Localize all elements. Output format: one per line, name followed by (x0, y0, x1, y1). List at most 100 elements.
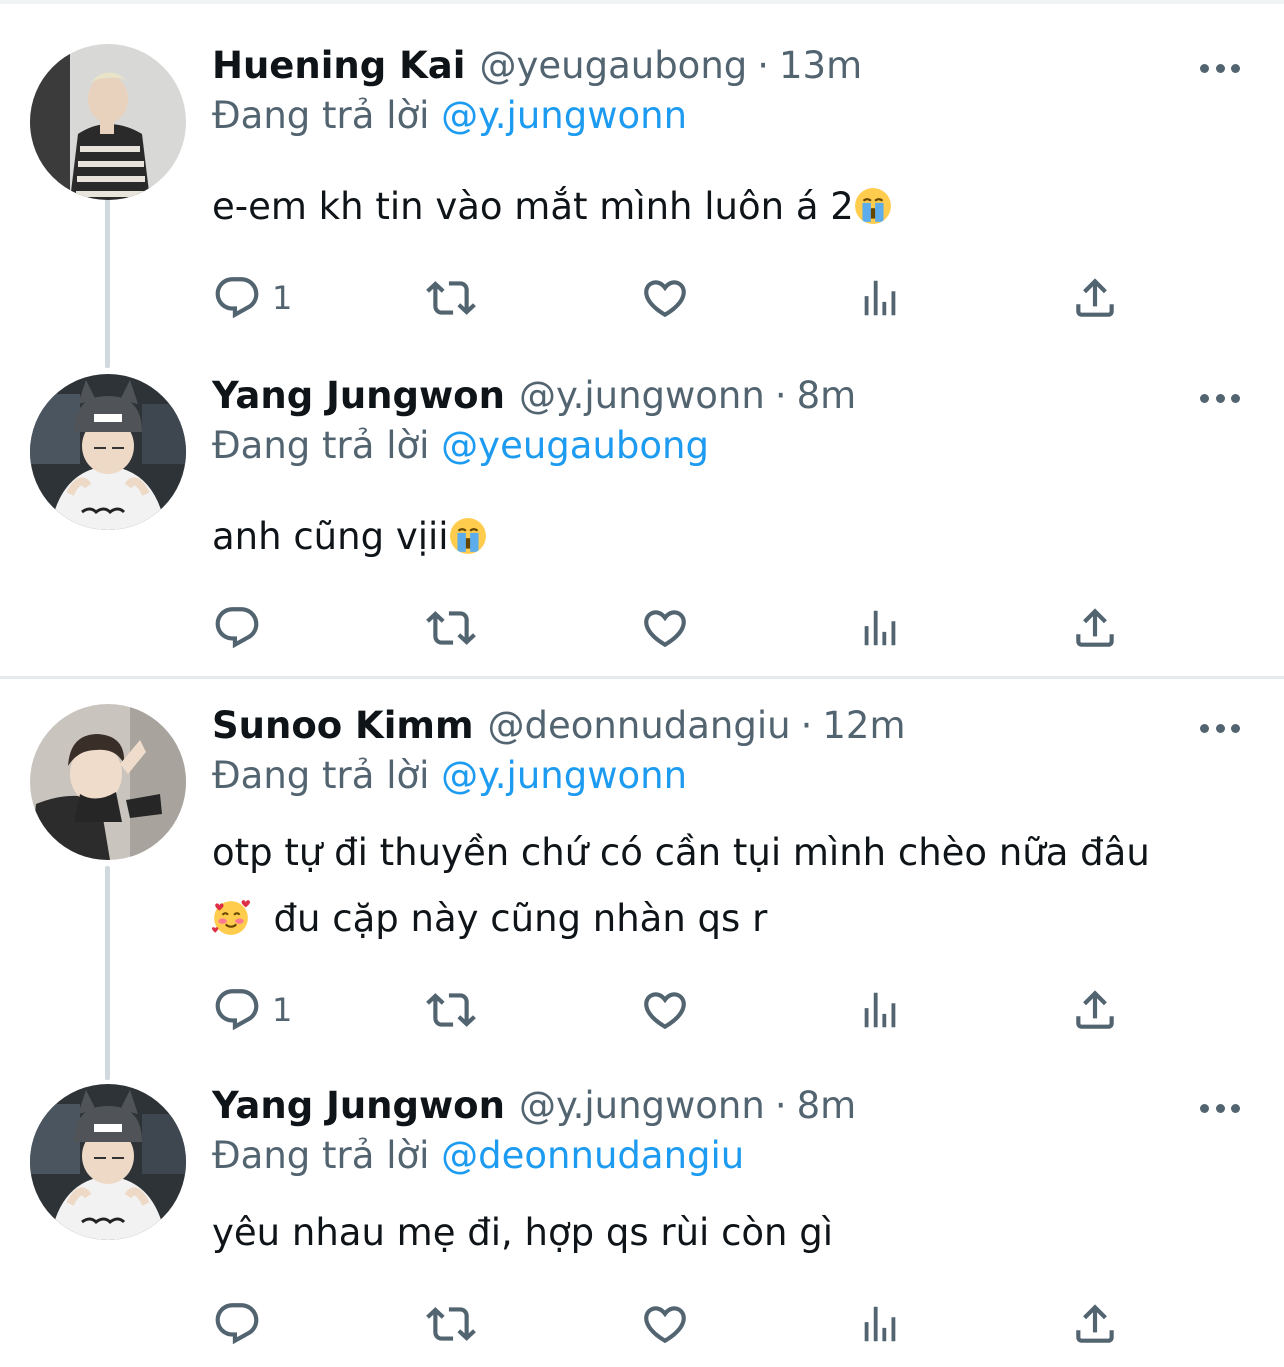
replying-to: Đang trả lời @y.jungwonn (212, 94, 687, 137)
share-button[interactable] (1070, 1296, 1120, 1352)
retweet-icon (426, 985, 476, 1035)
display-name[interactable]: Yang Jungwon (212, 1084, 505, 1127)
separator-dot: · (757, 44, 770, 87)
tweet[interactable]: Huening Kai @yeugaubong · 13m Đang trả l… (0, 44, 1284, 344)
like-icon (640, 985, 690, 1035)
share-button[interactable] (1070, 600, 1120, 656)
like-button[interactable] (640, 270, 690, 326)
tweet-header: Yang Jungwon @y.jungwonn · 8m (212, 374, 856, 430)
replying-to-label: Đang trả lời (212, 424, 430, 467)
more-options-icon[interactable] (1200, 1104, 1240, 1116)
like-button[interactable] (640, 1296, 690, 1352)
thread-divider (0, 676, 1284, 679)
more-options-icon[interactable] (1200, 64, 1240, 76)
share-button[interactable] (1070, 982, 1120, 1038)
reply-icon (212, 273, 262, 323)
action-bar (212, 1296, 1132, 1352)
share-button[interactable] (1070, 270, 1120, 326)
analytics-icon (857, 273, 903, 323)
analytics-icon (857, 603, 903, 653)
display-name[interactable]: Huening Kai (212, 44, 465, 87)
retweet-button[interactable] (426, 270, 476, 326)
tweet-text-line: e-em kh tin vào mắt mình luôn á 2 (212, 185, 854, 228)
user-handle[interactable]: @deonnudangiu (488, 704, 791, 747)
avatar[interactable] (30, 44, 186, 200)
smiling-face-with-hearts-emoji-icon (212, 899, 250, 937)
analytics-icon (857, 985, 903, 1035)
mention-link[interactable]: @deonnudangiu (441, 1134, 744, 1177)
reply-button[interactable]: 1 (212, 982, 292, 1038)
reply-icon (212, 603, 262, 653)
timestamp[interactable]: 13m (779, 44, 862, 87)
retweet-icon (426, 273, 476, 323)
analytics-icon (857, 1299, 903, 1349)
more-options-icon[interactable] (1200, 724, 1240, 736)
retweet-icon (426, 603, 476, 653)
tweet-text-line: yêu nhau mẹ đi, hợp qs rùi còn gì (212, 1211, 834, 1254)
separator-dot: · (774, 374, 787, 417)
timestamp[interactable]: 8m (797, 374, 857, 417)
reply-icon (212, 1299, 262, 1349)
tweet-text: otp tự đi thuyền chứ có cần tụi mình chè… (212, 820, 1150, 952)
separator-dot: · (800, 704, 813, 747)
top-border (0, 0, 1284, 4)
replying-to: Đang trả lời @yeugaubong (212, 424, 709, 467)
separator-dot: · (774, 1084, 787, 1127)
share-icon (1070, 1299, 1120, 1349)
replying-to-label: Đang trả lời (212, 754, 430, 797)
action-bar (212, 600, 1132, 656)
analytics-button[interactable] (857, 600, 903, 656)
tweet-text-line: otp tự đi thuyền chứ có cần tụi mình chè… (212, 831, 1150, 874)
share-icon (1070, 603, 1120, 653)
timestamp[interactable]: 12m (822, 704, 905, 747)
display-name[interactable]: Yang Jungwon (212, 374, 505, 417)
tweet-text: anh cũng vịii (212, 504, 487, 570)
reply-button[interactable]: 1 (212, 270, 292, 326)
retweet-button[interactable] (426, 600, 476, 656)
retweet-button[interactable] (426, 982, 476, 1038)
avatar[interactable] (30, 1084, 186, 1240)
retweet-button[interactable] (426, 1296, 476, 1352)
analytics-button[interactable] (857, 270, 903, 326)
reply-icon (212, 985, 262, 1035)
tweet-header: Sunoo Kimm @deonnudangiu · 12m (212, 704, 905, 760)
tweet-text-line: đu cặp này cũng nhàn qs r (273, 897, 768, 940)
mention-link[interactable]: @y.jungwonn (441, 94, 687, 137)
analytics-button[interactable] (857, 982, 903, 1038)
mention-link[interactable]: @yeugaubong (441, 424, 709, 467)
like-button[interactable] (640, 600, 690, 656)
mention-link[interactable]: @y.jungwonn (441, 754, 687, 797)
timestamp[interactable]: 8m (797, 1084, 857, 1127)
user-handle[interactable]: @y.jungwonn (519, 374, 765, 417)
like-button[interactable] (640, 982, 690, 1038)
display-name[interactable]: Sunoo Kimm (212, 704, 474, 747)
user-handle[interactable]: @yeugaubong (479, 44, 747, 87)
reply-count: 1 (272, 279, 293, 317)
replying-to-label: Đang trả lời (212, 1134, 430, 1177)
analytics-button[interactable] (857, 1296, 903, 1352)
share-icon (1070, 985, 1120, 1035)
action-bar: 1 (212, 270, 1132, 326)
like-icon (640, 273, 690, 323)
tweet-header: Huening Kai @yeugaubong · 13m (212, 44, 862, 100)
tweet[interactable]: Sunoo Kimm @deonnudangiu · 12m Đang trả … (0, 704, 1284, 1074)
avatar[interactable] (30, 374, 186, 530)
avatar[interactable] (30, 704, 186, 860)
reply-button[interactable] (212, 1296, 272, 1352)
tweet[interactable]: Yang Jungwon @y.jungwonn · 8m Đang trả l… (0, 1084, 1284, 1367)
tweet[interactable]: Yang Jungwon @y.jungwonn · 8m Đang trả l… (0, 374, 1284, 674)
more-options-icon[interactable] (1200, 394, 1240, 406)
crying-face-emoji-icon (449, 517, 487, 555)
reply-count: 1 (272, 991, 293, 1029)
share-icon (1070, 273, 1120, 323)
retweet-icon (426, 1299, 476, 1349)
replying-to-label: Đang trả lời (212, 94, 430, 137)
replying-to: Đang trả lời @y.jungwonn (212, 754, 687, 797)
reply-button[interactable] (212, 600, 272, 656)
tweet-text-line: anh cũng vịii (212, 515, 449, 558)
tweet-header: Yang Jungwon @y.jungwonn · 8m (212, 1084, 856, 1140)
tweet-text: yêu nhau mẹ đi, hợp qs rùi còn gì (212, 1200, 833, 1266)
crying-face-emoji-icon (854, 187, 892, 225)
user-handle[interactable]: @y.jungwonn (519, 1084, 765, 1127)
replying-to: Đang trả lời @deonnudangiu (212, 1134, 744, 1177)
